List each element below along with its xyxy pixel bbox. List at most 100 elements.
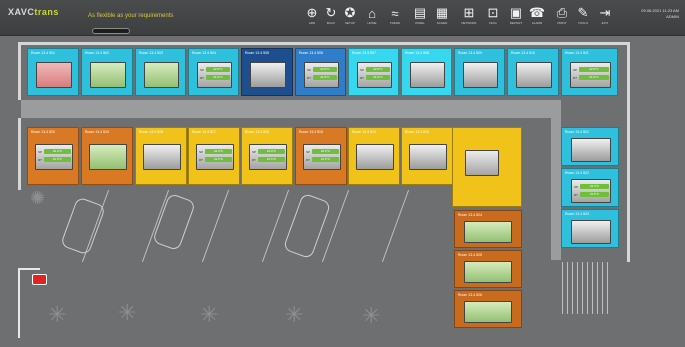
room-tile[interactable]: Room 13.4 513	[401, 127, 453, 185]
room-temp-control[interactable]: RT 21.5°C	[571, 74, 610, 81]
toolbar-button[interactable]: ⊡ DIAG	[484, 5, 502, 28]
room-status-display[interactable]	[571, 220, 611, 244]
toolbar-button[interactable]: ≈ TREND	[386, 6, 404, 28]
room-tile[interactable]: Room 13.4 519	[81, 127, 133, 185]
toolbar-button[interactable]: ☎ ALARM	[528, 5, 546, 28]
room-temp-control[interactable]: RT 21.5°C	[250, 156, 286, 163]
toolbar-button[interactable]: ▣ REPORT	[507, 5, 525, 28]
room-tile[interactable]: Room 13.4 523	[561, 209, 619, 248]
inner-wall-left	[18, 118, 21, 190]
room-tile[interactable]: Room 13.4 506 SP 22.0°C RT 21.5°C	[295, 48, 346, 96]
floor-selector[interactable]	[92, 28, 130, 34]
control-label: SP	[305, 149, 310, 154]
setpoint-control[interactable]: SP 22.0°C	[571, 66, 610, 73]
room-label: Room 13.4 509	[458, 51, 482, 55]
setpoint-control[interactable]: SP 22.0°C	[358, 66, 391, 73]
room-tile[interactable]: Room 13.4 516 SP 22.0°C RT 21.5°C	[241, 127, 293, 185]
room-status-display[interactable]	[464, 261, 512, 283]
room-corner[interactable]	[452, 127, 522, 207]
room-thermostat[interactable]: SP 22.0°C RT 21.5°C	[303, 144, 341, 170]
datetime-display: 09.06.2021 11:23 AM ADMIN	[641, 8, 679, 20]
toolbar-button[interactable]: ⇥ EXIT	[596, 5, 614, 28]
room-thermostat[interactable]: SP 22.0°C RT 21.5°C	[196, 144, 234, 170]
setpoint-control[interactable]: SP 22.0°C	[36, 148, 72, 155]
outer-wall-right	[627, 42, 630, 262]
control-value: 21.5°C	[580, 192, 609, 197]
room-tile[interactable]: Room 13.4 518	[135, 127, 187, 185]
room-tile[interactable]: Room 13.4 517 SP 22.0°C RT 21.5°C	[188, 127, 240, 185]
room-tile[interactable]: Room 13.4 520 SP 22.0°C RT 21.5°C	[27, 127, 79, 185]
toolbar-button[interactable]: ✪ SETUP	[341, 5, 359, 28]
room-status-display[interactable]	[356, 144, 394, 170]
room-thermostat[interactable]: SP 22.0°C RT 21.5°C	[249, 144, 287, 170]
room-thermostat[interactable]: SP 22.0°C RT 21.5°C	[35, 144, 73, 170]
room-status-display[interactable]	[89, 144, 127, 170]
room-tile[interactable]: Room 13.4 503	[135, 48, 186, 96]
room-temp-control[interactable]: RT 21.5°C	[304, 156, 340, 163]
car-outline	[151, 192, 197, 252]
room-tile[interactable]: Room 13.4 524	[454, 210, 522, 248]
setpoint-control[interactable]: SP 22.0°C	[304, 148, 340, 155]
room-status-display[interactable]	[144, 62, 179, 88]
room-temp-control[interactable]: RT 21.5°C	[305, 74, 338, 81]
control-value: 22.0°C	[205, 149, 232, 154]
room-temp-control[interactable]: RT 21.5°C	[572, 191, 610, 198]
room-tile[interactable]: Room 13.4 515 SP 22.0°C RT 21.5°C	[295, 127, 347, 185]
toolbar-button[interactable]: ✎ TOOLS	[574, 5, 592, 28]
setpoint-control[interactable]: SP 22.0°C	[197, 148, 233, 155]
room-tile[interactable]: Room 13.4 521	[561, 127, 619, 166]
room-tile[interactable]: Room 13.4 509	[454, 48, 505, 96]
room-temp-control[interactable]: RT 21.5°C	[36, 156, 72, 163]
setpoint-control[interactable]: SP 22.0°C	[305, 66, 338, 73]
room-tile[interactable]: Room 13.4 507 SP 22.0°C RT 21.5°C	[348, 48, 399, 96]
room-status-display[interactable]	[90, 62, 126, 88]
room-tile[interactable]: Room 13.4 508	[401, 48, 452, 96]
room-thermostat[interactable]	[465, 150, 499, 176]
room-tile[interactable]: Room 13.4 505	[241, 48, 293, 96]
room-thermostat[interactable]: SP 22.0°C RT 21.5°C	[570, 62, 611, 88]
toolbar-button[interactable]: ⎙ PRINT	[553, 5, 571, 28]
room-status-display[interactable]	[409, 144, 447, 170]
calendar-icon: ▦	[435, 5, 449, 20]
setpoint-control[interactable]: SP 22.0°C	[250, 148, 286, 155]
room-status-display[interactable]	[250, 62, 286, 88]
room-status-display[interactable]	[36, 62, 72, 88]
toolbar-button[interactable]: ↻ BACK	[322, 5, 340, 28]
room-status-display[interactable]	[464, 301, 512, 323]
room-tile[interactable]: Room 13.4 522 SP 22.0°C RT 21.5°C	[561, 168, 619, 207]
room-tile[interactable]: Room 13.4 502	[81, 48, 133, 96]
room-status-display[interactable]	[571, 138, 611, 162]
room-tile[interactable]: Room 13.4 504 SP 22.0°C RT 21.5°C	[188, 48, 239, 96]
room-tile[interactable]: Room 13.4 525	[454, 250, 522, 288]
room-label: Room 13.4 501	[31, 51, 55, 55]
room-status-display[interactable]	[463, 62, 498, 88]
alarm-panel-icon[interactable]	[32, 274, 47, 285]
toolbar-button[interactable]: ▤ PANEL	[411, 5, 429, 28]
control-value: 22.0°C	[366, 67, 390, 72]
room-temp-control[interactable]: RT 21.5°C	[197, 156, 233, 163]
room-label: Room 13.4 514	[352, 130, 376, 134]
toolbar-button[interactable]: ▦ SCHED	[433, 5, 451, 28]
room-tile[interactable]: Room 13.4 510	[507, 48, 559, 96]
room-tile[interactable]: Room 13.4 511 SP 22.0°C RT 21.5°C	[561, 48, 618, 96]
room-tile[interactable]: Room 13.4 501	[27, 48, 79, 96]
room-status-display[interactable]	[410, 62, 445, 88]
room-label: Room 13.4 513	[405, 130, 429, 134]
room-thermostat[interactable]: SP 22.0°C RT 21.5°C	[357, 62, 392, 88]
report-icon: ▣	[509, 5, 523, 20]
setpoint-control[interactable]: SP 22.0°C	[572, 183, 610, 190]
toolbar-button[interactable]: ⌂ HOME	[363, 6, 381, 28]
room-temp-control[interactable]: RT 21.5°C	[198, 74, 231, 81]
room-thermostat[interactable]: SP 22.0°C RT 21.5°C	[304, 62, 339, 88]
room-status-display[interactable]	[143, 144, 181, 170]
room-status-display[interactable]	[516, 62, 552, 88]
toolbar-button[interactable]: ⊞ NETWORK	[460, 5, 478, 28]
toolbar-button[interactable]: ⊕ ADD	[303, 5, 321, 28]
room-status-display[interactable]	[464, 221, 512, 243]
room-thermostat[interactable]: SP 22.0°C RT 21.5°C	[197, 62, 232, 88]
room-temp-control[interactable]: RT 21.5°C	[358, 74, 391, 81]
room-thermostat[interactable]: SP 22.0°C RT 21.5°C	[571, 179, 611, 203]
setpoint-control[interactable]: SP 22.0°C	[198, 66, 231, 73]
room-tile[interactable]: Room 13.4 514	[348, 127, 400, 185]
room-tile[interactable]: Room 13.4 526	[454, 290, 522, 328]
